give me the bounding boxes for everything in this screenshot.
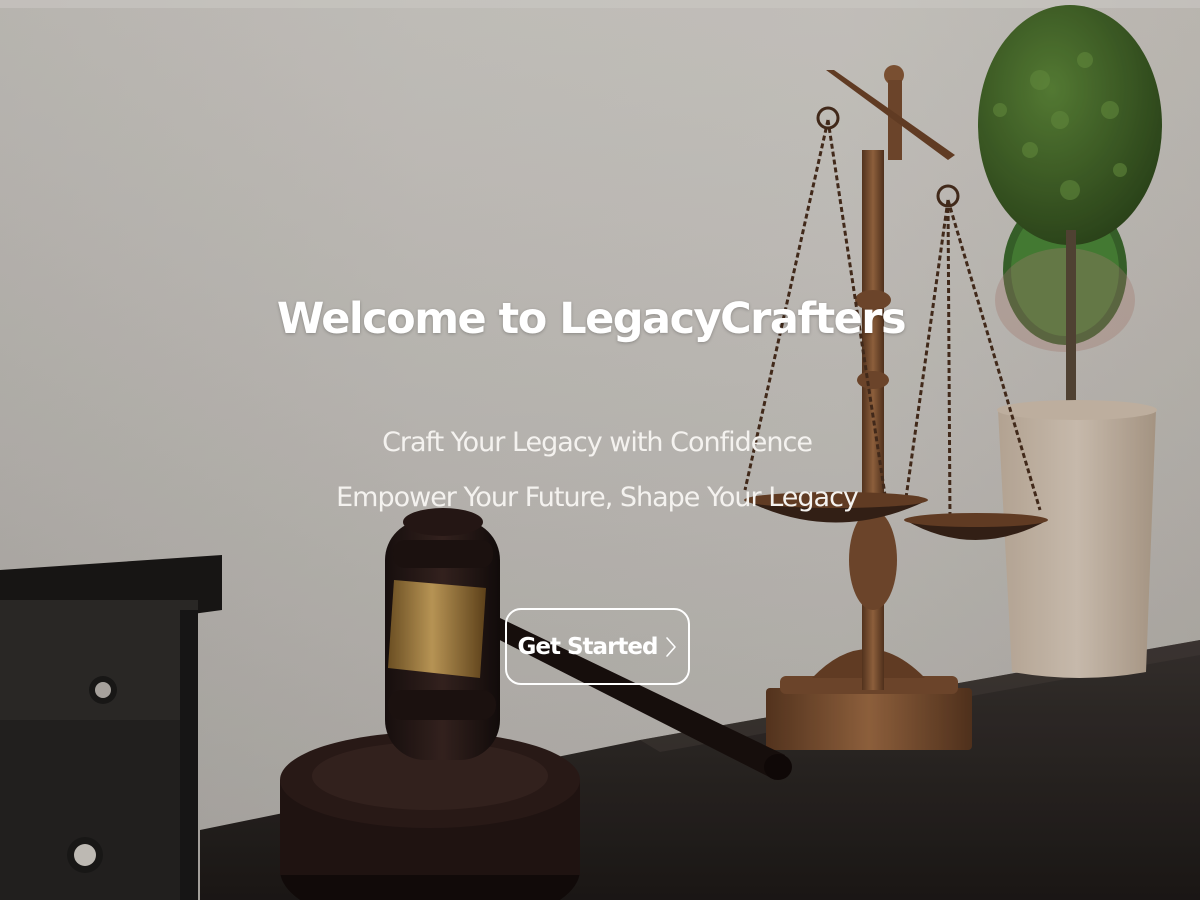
get-started-label: Get Started: [517, 633, 659, 660]
get-started-button[interactable]: Get Started: [505, 608, 690, 685]
hero-section: Welcome to LegacyCrafters Craft Your Leg…: [0, 0, 1200, 900]
hero-tagline-secondary: Empower Your Future, Shape Your Legacy: [336, 482, 859, 513]
hero-content: Welcome to LegacyCrafters Craft Your Leg…: [0, 0, 1200, 900]
hero-title: Welcome to LegacyCrafters: [276, 294, 907, 344]
chevron-right-icon: [665, 635, 677, 659]
hero-tagline-primary: Craft Your Legacy with Confidence: [382, 427, 813, 458]
